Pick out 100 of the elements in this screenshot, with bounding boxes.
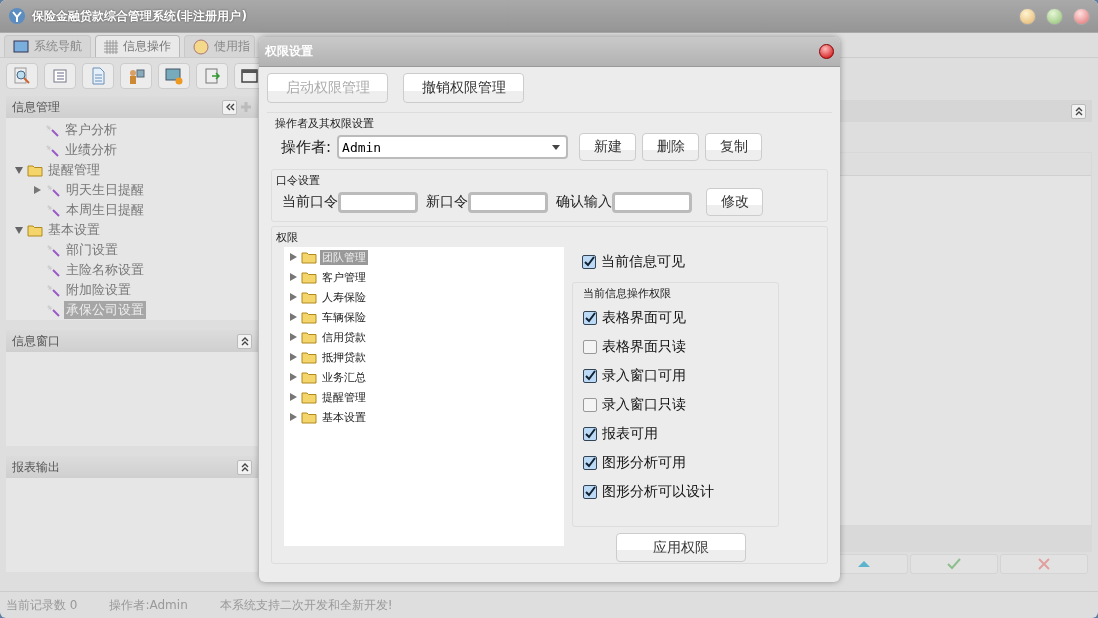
- toolbar-button[interactable]: [6, 63, 38, 89]
- expanded-arrow-icon[interactable]: [14, 225, 24, 235]
- checkbox[interactable]: [583, 426, 597, 441]
- checkmark-icon: [947, 558, 961, 570]
- folder-icon: [301, 370, 317, 384]
- panel-title: 信息窗口: [12, 332, 60, 350]
- help-icon: [193, 38, 209, 55]
- field-label: 确认输入: [556, 193, 612, 211]
- section-title: 权限: [275, 230, 299, 245]
- wand-icon: [45, 203, 61, 217]
- tree-item[interactable]: 人寿保险: [320, 289, 368, 305]
- tree-item[interactable]: 提醒管理: [46, 161, 102, 179]
- monitor-icon: [13, 40, 29, 53]
- caret-down-icon: [552, 144, 561, 150]
- tree-item[interactable]: 信用贷款: [320, 329, 368, 345]
- wand-icon: [45, 283, 61, 297]
- grid-icon: [104, 39, 118, 54]
- folder-icon: [27, 163, 43, 177]
- collapse-button[interactable]: [1071, 103, 1086, 119]
- triangle-up-icon: [857, 560, 871, 568]
- section-title: 当前信息操作权限: [582, 286, 672, 301]
- minimize-button[interactable]: [1019, 7, 1036, 25]
- tree-item[interactable]: 基本设置: [320, 409, 368, 425]
- folder-icon: [301, 310, 317, 324]
- mode-button[interactable]: 撤销权限管理: [403, 73, 524, 103]
- maximize-button[interactable]: [1046, 7, 1063, 25]
- expanded-arrow-icon[interactable]: [14, 165, 24, 175]
- checkbox[interactable]: [583, 484, 597, 499]
- checkbox-label: 表格界面只读: [602, 337, 686, 356]
- collapse-button[interactable]: [222, 99, 237, 115]
- checkbox-label: 录入窗口只读: [602, 395, 686, 414]
- tree-item[interactable]: 主险名称设置: [64, 261, 146, 279]
- toolbar-button[interactable]: [158, 63, 190, 89]
- checkbox[interactable]: [582, 254, 596, 269]
- folder-icon: [301, 330, 317, 344]
- checkbox[interactable]: [583, 455, 597, 470]
- status-text: 当前记录数 0: [6, 596, 78, 614]
- list-icon: [51, 67, 69, 85]
- field-label: 当前口令: [282, 193, 338, 211]
- dialog-title: 权限设置: [265, 43, 313, 60]
- tree-item[interactable]: 本周生日提醒: [64, 201, 146, 219]
- checkbox-label: 表格界面可见: [602, 308, 686, 327]
- close-button[interactable]: [819, 44, 834, 59]
- cross-icon: [1038, 558, 1050, 570]
- collapse-button[interactable]: [237, 459, 252, 475]
- folder-icon: [301, 390, 317, 404]
- tree-item[interactable]: 明天生日提醒: [64, 181, 146, 199]
- action-button[interactable]: 新建: [579, 133, 637, 161]
- operator-dropdown[interactable]: Admin: [337, 135, 569, 159]
- collapsed-arrow-icon[interactable]: [32, 185, 42, 195]
- double-chevron-left-icon: [224, 102, 235, 112]
- double-chevron-up-icon: [1073, 106, 1084, 116]
- window-title: 保险金融贷款综合管理系统(非注册用户): [32, 7, 247, 25]
- export-icon: [203, 67, 221, 85]
- checkbox-label: 录入窗口可用: [602, 366, 686, 385]
- person-icon: [127, 67, 145, 85]
- wand-icon: [44, 123, 60, 137]
- wand-icon: [45, 243, 61, 257]
- folder-icon: [301, 290, 317, 304]
- collapse-button[interactable]: [237, 333, 252, 349]
- wand-icon: [44, 143, 60, 157]
- tree-item[interactable]: 业务汇总: [320, 369, 368, 385]
- modify-button[interactable]: 修改: [706, 188, 763, 216]
- tree-item[interactable]: 业绩分析: [63, 141, 119, 159]
- toolbar-button[interactable]: [120, 63, 152, 89]
- wand-icon: [45, 263, 61, 277]
- tree-item[interactable]: 基本设置: [46, 221, 102, 239]
- field-label: 新口令: [426, 193, 468, 211]
- apply-button[interactable]: 应用权限: [616, 533, 746, 562]
- checkbox[interactable]: [583, 368, 597, 383]
- document-icon: [89, 67, 107, 85]
- checkbox[interactable]: [583, 310, 597, 325]
- tree-item[interactable]: 客户管理: [320, 269, 368, 285]
- password-field[interactable]: [338, 191, 418, 213]
- section-title: 口令设置: [275, 173, 321, 188]
- password-field[interactable]: [468, 191, 548, 213]
- checkbox-label: 当前信息可见: [601, 252, 685, 271]
- tree-item[interactable]: 抵押贷款: [320, 349, 368, 365]
- app-logo-icon: [8, 7, 26, 25]
- operator-label: 操作者:: [281, 137, 332, 157]
- tree-item[interactable]: 提醒管理: [320, 389, 368, 405]
- checkbox[interactable]: [583, 397, 597, 412]
- tree-item[interactable]: 客户分析: [63, 121, 119, 139]
- tree-item[interactable]: 车辆保险: [320, 309, 368, 325]
- double-chevron-up-icon: [239, 336, 250, 346]
- action-button[interactable]: 删除: [642, 133, 700, 161]
- checkbox-label: 报表可用: [602, 424, 658, 443]
- wand-icon: [45, 303, 61, 317]
- password-field[interactable]: [612, 191, 692, 213]
- status-text: 操作者:Admin: [109, 596, 188, 614]
- wand-icon: [45, 183, 61, 197]
- checkbox-label: 图形分析可以设计: [602, 482, 714, 501]
- panel-title: 信息管理: [12, 98, 60, 116]
- tab[interactable]: 信息操作: [95, 35, 180, 57]
- tree-item[interactable]: 附加险设置: [64, 281, 133, 299]
- checkbox[interactable]: [583, 339, 597, 354]
- folder-icon: [27, 223, 43, 237]
- action-button[interactable]: 复制: [705, 133, 763, 161]
- tree-item[interactable]: 部门设置: [64, 241, 120, 259]
- section-title: 操作者及其权限设置: [274, 116, 375, 131]
